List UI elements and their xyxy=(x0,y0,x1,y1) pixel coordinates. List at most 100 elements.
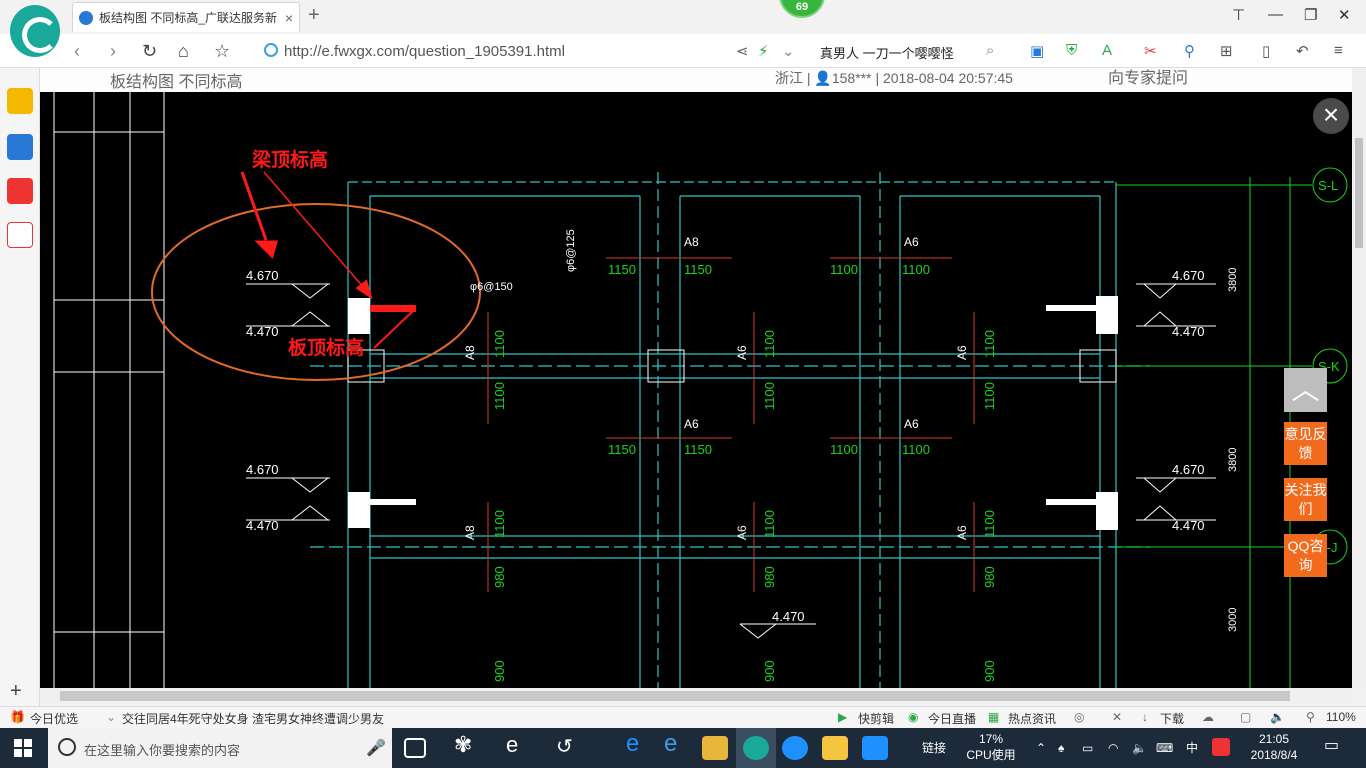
image-viewer[interactable]: 梁顶标高 板顶标高 4.670 4.470 4.670 4.470 4.670 … xyxy=(40,92,1352,688)
forward-icon[interactable]: › xyxy=(110,41,116,62)
tab-close-button[interactable]: × xyxy=(285,10,293,26)
speed-icon[interactable]: ◎ xyxy=(1074,710,1084,724)
browser-tab[interactable]: 板结构图 不同标高_广联达服务新 × xyxy=(72,2,300,32)
browser-logo-icon[interactable] xyxy=(10,5,60,57)
fan-app-icon[interactable]: ✾ xyxy=(454,732,480,757)
browser-taskbar-icon[interactable] xyxy=(743,736,769,760)
feedback-button[interactable]: 意见反馈 xyxy=(1284,422,1327,465)
windows-start-icon[interactable] xyxy=(14,739,32,757)
url-field[interactable]: http://e.fwxgx.com/question_1905391.html xyxy=(284,43,565,60)
tab-bar: 板结构图 不同标高_广联达服务新 × + 69 ⊤ — ❐ ✕ xyxy=(0,0,1366,57)
browser-status-bar: 🎁 今日优选 ⌄ 交往同居4年死守处女身 渣宅男女神终遭调少男友 ▶ 快剪辑 ◉… xyxy=(0,706,1366,728)
sound-icon[interactable]: 🔈 xyxy=(1270,710,1285,724)
back-to-top-button[interactable]: ︿ xyxy=(1284,368,1327,412)
close-window-button[interactable]: ✕ xyxy=(1338,6,1351,24)
share-icon[interactable]: ⋖ xyxy=(736,42,749,60)
chevron-up-icon[interactable]: ⌃ xyxy=(1036,740,1046,756)
magnifier-icon[interactable]: ⚲ xyxy=(1184,42,1195,60)
microphone-icon[interactable]: 🎤 xyxy=(366,738,386,758)
undo-icon[interactable]: ↶ xyxy=(1296,42,1309,60)
quick-cut-link[interactable]: 快剪辑 xyxy=(858,710,894,727)
taskbar-search-placeholder: 在这里输入你要搜索的内容 xyxy=(84,743,241,758)
rebar-note: φ6@150 xyxy=(470,281,513,293)
keyboard-icon[interactable]: ⌨ xyxy=(1156,740,1173,756)
clock[interactable]: 21:05 2018/8/4 xyxy=(1244,731,1304,763)
slab-label: A6 xyxy=(684,417,699,431)
notification-icon[interactable]: ♠ xyxy=(1058,740,1064,756)
star-icon[interactable]: ☆ xyxy=(214,41,230,62)
flash-icon[interactable]: ⚡ xyxy=(758,42,769,60)
edge-icon[interactable]: e xyxy=(506,732,532,757)
download-link[interactable]: 下载 xyxy=(1160,710,1184,727)
translate-icon[interactable]: A xyxy=(1102,42,1112,59)
edge-browser-icon[interactable]: e xyxy=(626,730,652,757)
back-icon[interactable]: ‹ xyxy=(74,41,80,62)
plus-app-icon[interactable] xyxy=(862,736,888,760)
shield-icon[interactable]: ⛨ xyxy=(1066,42,1077,59)
elevation-label: 4.670 xyxy=(1172,462,1205,477)
ime-indicator[interactable]: 中 xyxy=(1186,740,1198,756)
tab-favicon-icon xyxy=(79,10,93,25)
file-explorer-icon[interactable] xyxy=(702,736,728,760)
elevation-label: 4.470 xyxy=(246,518,279,533)
vertical-scrollbar[interactable] xyxy=(1352,68,1366,688)
live-link[interactable]: 今日直播 xyxy=(928,710,976,727)
horizontal-scroll-thumb[interactable] xyxy=(60,691,1290,701)
scissors-icon[interactable]: ✂ xyxy=(1144,42,1157,60)
sogou-icon[interactable] xyxy=(1212,738,1230,756)
extension-icon[interactable]: ▣ xyxy=(1030,42,1044,60)
search-icon[interactable]: ⌕ xyxy=(986,42,994,59)
battery-icon[interactable]: ▭ xyxy=(1082,740,1093,756)
task-view-icon[interactable] xyxy=(404,738,426,758)
today-pick-link[interactable]: 今日优选 xyxy=(30,710,78,727)
ask-expert-link[interactable]: 向专家提问 xyxy=(1108,68,1188,88)
tools-icon[interactable]: ✕ xyxy=(1112,710,1122,724)
wifi-icon[interactable]: ◠ xyxy=(1108,740,1118,756)
dimension-label: 1100 xyxy=(830,262,858,277)
favorites-icon[interactable] xyxy=(7,88,33,114)
taskbar-search-box[interactable]: 在这里输入你要搜索的内容 🎤 xyxy=(48,728,392,768)
minimize-button[interactable]: — xyxy=(1268,6,1283,23)
swirl-app-icon[interactable]: ↺ xyxy=(556,734,582,758)
dimension-label: 900 xyxy=(492,660,507,682)
g-app-icon[interactable] xyxy=(782,736,808,760)
search-hint[interactable]: 真男人 一刀一个嘤嘤怪 xyxy=(820,43,954,62)
action-center-icon[interactable]: ▭ xyxy=(1324,738,1339,754)
news-icon: ▦ xyxy=(988,710,1000,724)
zoom-level[interactable]: 110% xyxy=(1326,710,1356,724)
elevation-label: 4.470 xyxy=(1172,324,1205,339)
menu-icon[interactable]: ≡ xyxy=(1334,42,1343,59)
hot-news-link[interactable]: 热点资讯 xyxy=(1008,710,1056,727)
home-icon[interactable]: ⌂ xyxy=(178,41,189,62)
qq-consult-button[interactable]: QQ咨询 xyxy=(1284,534,1327,577)
chevron-down-icon[interactable]: ⌄ xyxy=(782,42,795,60)
slab-label: A6 xyxy=(904,235,919,249)
slab-top-label: 板顶标高 xyxy=(288,336,364,359)
notification-badge[interactable]: 69 xyxy=(779,0,825,18)
vertical-scroll-thumb[interactable] xyxy=(1355,138,1363,248)
weibo-icon[interactable] xyxy=(7,178,33,204)
links-toolbar[interactable]: 链接 xyxy=(922,740,946,756)
follow-us-button[interactable]: 关注我们 xyxy=(1284,478,1327,521)
reading-list-icon[interactable] xyxy=(7,134,33,160)
notes-app-icon[interactable] xyxy=(822,736,848,760)
restore-button[interactable]: ❐ xyxy=(1304,6,1317,24)
window-icon[interactable]: ▢ xyxy=(1240,710,1251,724)
close-viewer-button[interactable]: × xyxy=(1313,98,1349,134)
page-title: 板结构图 不同标高 xyxy=(110,74,243,91)
new-tab-button[interactable]: + xyxy=(308,4,320,27)
ie-icon[interactable]: e xyxy=(664,730,690,757)
apps-icon[interactable]: ⊞ xyxy=(1220,42,1233,60)
cloud-icon[interactable]: ☁ xyxy=(1202,710,1214,724)
refresh-icon[interactable]: ↻ xyxy=(142,41,157,62)
dimension-label: 1100 xyxy=(762,382,777,410)
left-sidebar xyxy=(0,68,40,708)
volume-icon[interactable]: 🔈 xyxy=(1132,740,1147,756)
minimize-tray-icon[interactable]: ⊤ xyxy=(1232,6,1245,24)
mail-icon[interactable] xyxy=(7,222,33,248)
horizontal-scrollbar[interactable] xyxy=(40,688,1352,704)
tablet-icon[interactable]: ▯ xyxy=(1262,42,1270,60)
dimension-label: 1150 xyxy=(684,442,712,457)
add-sidebar-button[interactable]: + xyxy=(10,680,22,703)
news-ticker-link[interactable]: 交往同居4年死守处女身 渣宅男女神终遭调少男友 xyxy=(122,710,384,727)
